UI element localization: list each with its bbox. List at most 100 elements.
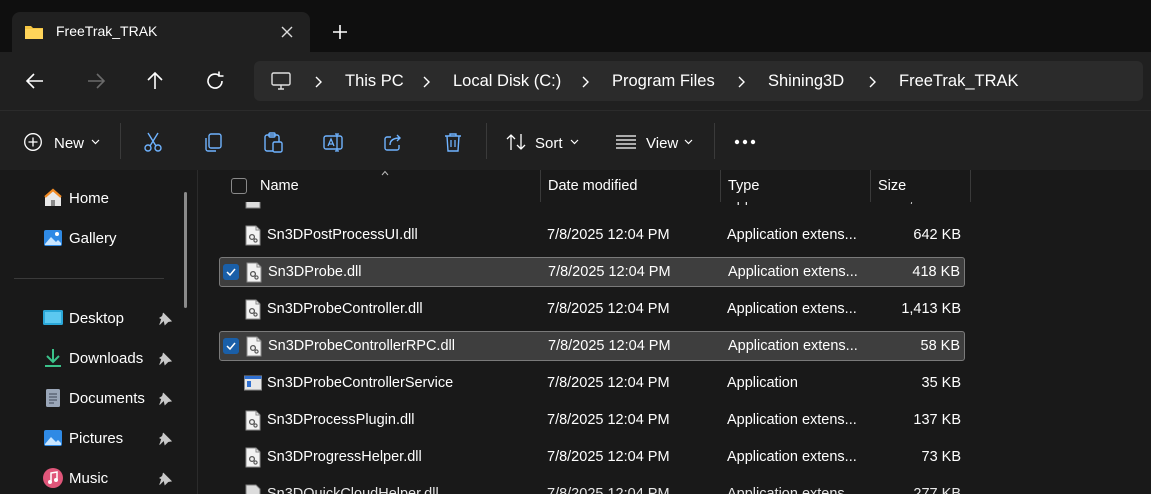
file-name: Sn3DProbe.dll: [268, 264, 362, 280]
chevron-right-icon[interactable]: [313, 75, 323, 89]
file-date: 7/8/2025 12:04 PM: [548, 338, 671, 354]
table-row[interactable]: Sn3DProgressHelper.dll 7/8/2025 12:04 PM…: [219, 443, 965, 473]
rename-icon[interactable]: [322, 131, 344, 153]
file-size: 73 KB: [921, 449, 962, 465]
address-bar[interactable]: This PC Local Disk (C:) Program Files Sh…: [254, 61, 1143, 101]
sidebar-label: Music: [69, 470, 109, 487]
file-date: 7/8/2025 12:04 PM: [547, 301, 670, 317]
column-date-modified[interactable]: Date modified: [548, 178, 637, 194]
column-header: Name Date modified Type Size: [199, 170, 971, 202]
pin-icon[interactable]: [158, 352, 172, 366]
command-bar: New Sort View: [0, 110, 1151, 170]
sidebar-scrollbar[interactable]: [184, 192, 187, 308]
column-divider[interactable]: [970, 170, 971, 202]
divider: [486, 123, 487, 159]
chevron-right-icon[interactable]: [736, 75, 746, 89]
file-type: Application extens...: [728, 264, 858, 280]
forward-icon[interactable]: [84, 69, 108, 93]
pin-icon[interactable]: [158, 392, 172, 406]
file-size: 1,413 KB: [901, 301, 961, 317]
sort-button[interactable]: Sort: [496, 121, 590, 161]
sort-icon: [506, 134, 526, 150]
share-icon[interactable]: [382, 131, 404, 153]
breadcrumb-freetrak[interactable]: FreeTrak_TRAK: [899, 72, 1019, 91]
chevron-right-icon[interactable]: [580, 75, 590, 89]
file-date: 7/8/2025 12:04 PM: [547, 227, 670, 243]
file-date: 7/8/2025 12:04 PM: [547, 449, 670, 465]
navigation-pane: Home Gallery Desktop Downloads Documents: [0, 170, 198, 494]
breadcrumb-shining3d[interactable]: Shining3D: [768, 72, 844, 91]
column-divider[interactable]: [720, 170, 721, 202]
music-icon: [43, 468, 63, 488]
file-date: 7/8/2025 12:04 PM: [547, 486, 670, 494]
dll-icon: [245, 225, 261, 246]
file-size: 418 KB: [912, 264, 960, 280]
chevron-right-icon[interactable]: [867, 75, 877, 89]
divider: [120, 123, 121, 159]
dll-icon: [245, 447, 261, 468]
new-tab-icon[interactable]: [329, 21, 351, 43]
cut-icon[interactable]: [142, 131, 164, 153]
chevron-right-icon[interactable]: [421, 75, 431, 89]
back-icon[interactable]: [23, 69, 47, 93]
this-pc-icon: [271, 72, 291, 90]
column-size[interactable]: Size: [878, 178, 906, 194]
downloads-icon: [45, 349, 61, 367]
tab-freetrak[interactable]: FreeTrak_TRAK: [12, 12, 310, 52]
column-divider[interactable]: [870, 170, 871, 202]
file-size: 35 KB: [921, 375, 962, 391]
file-name: Sn3DProgressHelper.dll: [267, 449, 422, 465]
column-divider[interactable]: [540, 170, 541, 202]
copy-icon[interactable]: [202, 131, 224, 153]
table-row[interactable]: Sn3DProbeControllerService 7/8/2025 12:0…: [219, 369, 965, 399]
file-name: Sn3DQuickCloudHelper.dll: [267, 486, 439, 494]
row-checkbox[interactable]: [223, 264, 239, 280]
close-tab-icon[interactable]: [278, 23, 296, 41]
divider: [714, 123, 715, 159]
breadcrumb-program-files[interactable]: Program Files: [612, 72, 715, 91]
tab-title: FreeTrak_TRAK: [56, 23, 158, 39]
more-options-icon[interactable]: [734, 139, 756, 145]
refresh-icon[interactable]: [203, 69, 227, 93]
breadcrumb-this-pc[interactable]: This PC: [345, 72, 404, 91]
file-name: Sn3DProbeControllerRPC.dll: [268, 338, 455, 354]
home-icon: [44, 188, 62, 206]
pin-icon[interactable]: [158, 312, 172, 326]
delete-icon[interactable]: [442, 131, 464, 153]
gallery-icon: [44, 230, 62, 246]
sort-label: Sort: [535, 135, 563, 152]
view-button[interactable]: View: [606, 121, 700, 161]
sidebar-label: Home: [69, 190, 110, 207]
table-row[interactable]: Sn3DProcessPlugin.dll 7/8/2025 12:04 PM …: [219, 406, 965, 436]
column-type[interactable]: Type: [728, 178, 759, 194]
new-label: New: [54, 135, 85, 152]
table-row[interactable]: Sn3DProbe.dll 7/8/2025 12:04 PM Applicat…: [219, 257, 965, 287]
file-name: Sn3DProbeControllerService: [267, 375, 454, 391]
dll-icon: [245, 299, 261, 320]
sidebar-label: Gallery: [69, 230, 117, 247]
file-name: Sn3DProbeController.dll: [267, 301, 423, 317]
row-checkbox[interactable]: [223, 338, 239, 354]
file-type: Application extens...: [727, 227, 857, 243]
sidebar-label: Desktop: [69, 310, 125, 327]
table-row[interactable]: Sn3DProbeControllerRPC.dll 7/8/2025 12:0…: [219, 331, 965, 361]
table-row[interactable]: Sn3DProbeController.dll 7/8/2025 12:04 P…: [219, 295, 965, 325]
up-icon[interactable]: [143, 69, 167, 93]
pin-icon[interactable]: [158, 432, 172, 446]
paste-icon[interactable]: [262, 131, 284, 153]
dll-icon: [245, 410, 261, 431]
table-row[interactable]: Sn3DPostProcessUI.dll 7/8/2025 12:04 PM …: [219, 221, 965, 251]
navigation-bar: This PC Local Disk (C:) Program Files Sh…: [0, 52, 1151, 110]
select-all-checkbox[interactable]: [231, 178, 247, 194]
file-type: Application extens...: [727, 449, 857, 465]
sort-up-icon: [381, 170, 389, 176]
file-date: 7/8/2025 12:04 PM: [548, 264, 671, 280]
desktop-icon: [43, 310, 63, 325]
file-name: Sn3DPostProcessUI.dll: [267, 227, 418, 243]
new-button[interactable]: New: [14, 121, 106, 161]
table-row[interactable]: Sn3DQuickCloudHelper.dll 7/8/2025 12:04 …: [219, 480, 965, 494]
breadcrumb-local-disk[interactable]: Local Disk (C:): [453, 72, 561, 91]
file-type: Application extens...: [727, 486, 857, 494]
pin-icon[interactable]: [158, 472, 172, 486]
column-name[interactable]: Name: [260, 178, 299, 194]
